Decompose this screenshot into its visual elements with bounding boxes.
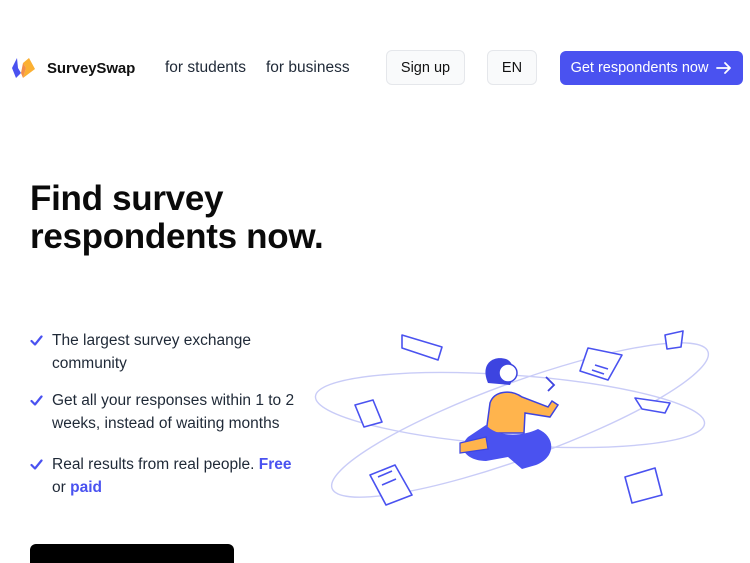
nav-link-business[interactable]: for business xyxy=(266,59,350,77)
language-selector[interactable]: EN xyxy=(487,50,537,85)
person-figure xyxy=(459,358,560,469)
get-respondents-label: Get respondents now xyxy=(570,60,709,76)
signup-button[interactable]: Sign up xyxy=(386,50,465,85)
free-link[interactable]: Free xyxy=(259,456,292,473)
check-icon xyxy=(30,395,43,406)
feature-text: Get all your responses within 1 to 2 wee… xyxy=(52,392,295,432)
feature-item: Real results from real people. Free or p… xyxy=(30,454,292,499)
feature-item: The largest survey exchange community xyxy=(30,330,320,375)
check-icon xyxy=(30,459,43,470)
hero-cta-button[interactable] xyxy=(30,544,234,563)
brand-logo-icon xyxy=(12,58,35,78)
arrow-right-icon xyxy=(716,62,732,74)
hero-title: Find survey respondents now. xyxy=(30,179,324,256)
hero-illustration xyxy=(314,330,710,506)
feature-text: Real results from real people. Free or p… xyxy=(52,454,292,499)
paper-icon xyxy=(401,334,443,361)
brand-name: SurveySwap xyxy=(47,59,136,77)
feature-text: The largest survey exchange community xyxy=(52,332,252,372)
check-icon xyxy=(30,335,43,346)
get-respondents-button[interactable]: Get respondents now xyxy=(560,51,743,85)
brand-logo[interactable]: SurveySwap xyxy=(10,55,135,81)
feature-text-lead: Real results from real people. xyxy=(52,456,255,473)
feature-item: Get all your responses within 1 to 2 wee… xyxy=(30,390,320,435)
paid-link[interactable]: paid xyxy=(70,479,102,496)
nav-link-students[interactable]: for students xyxy=(165,59,246,77)
site-header: SurveySwap for students for business Sig… xyxy=(0,0,750,136)
feature-text-or: or xyxy=(52,478,66,496)
